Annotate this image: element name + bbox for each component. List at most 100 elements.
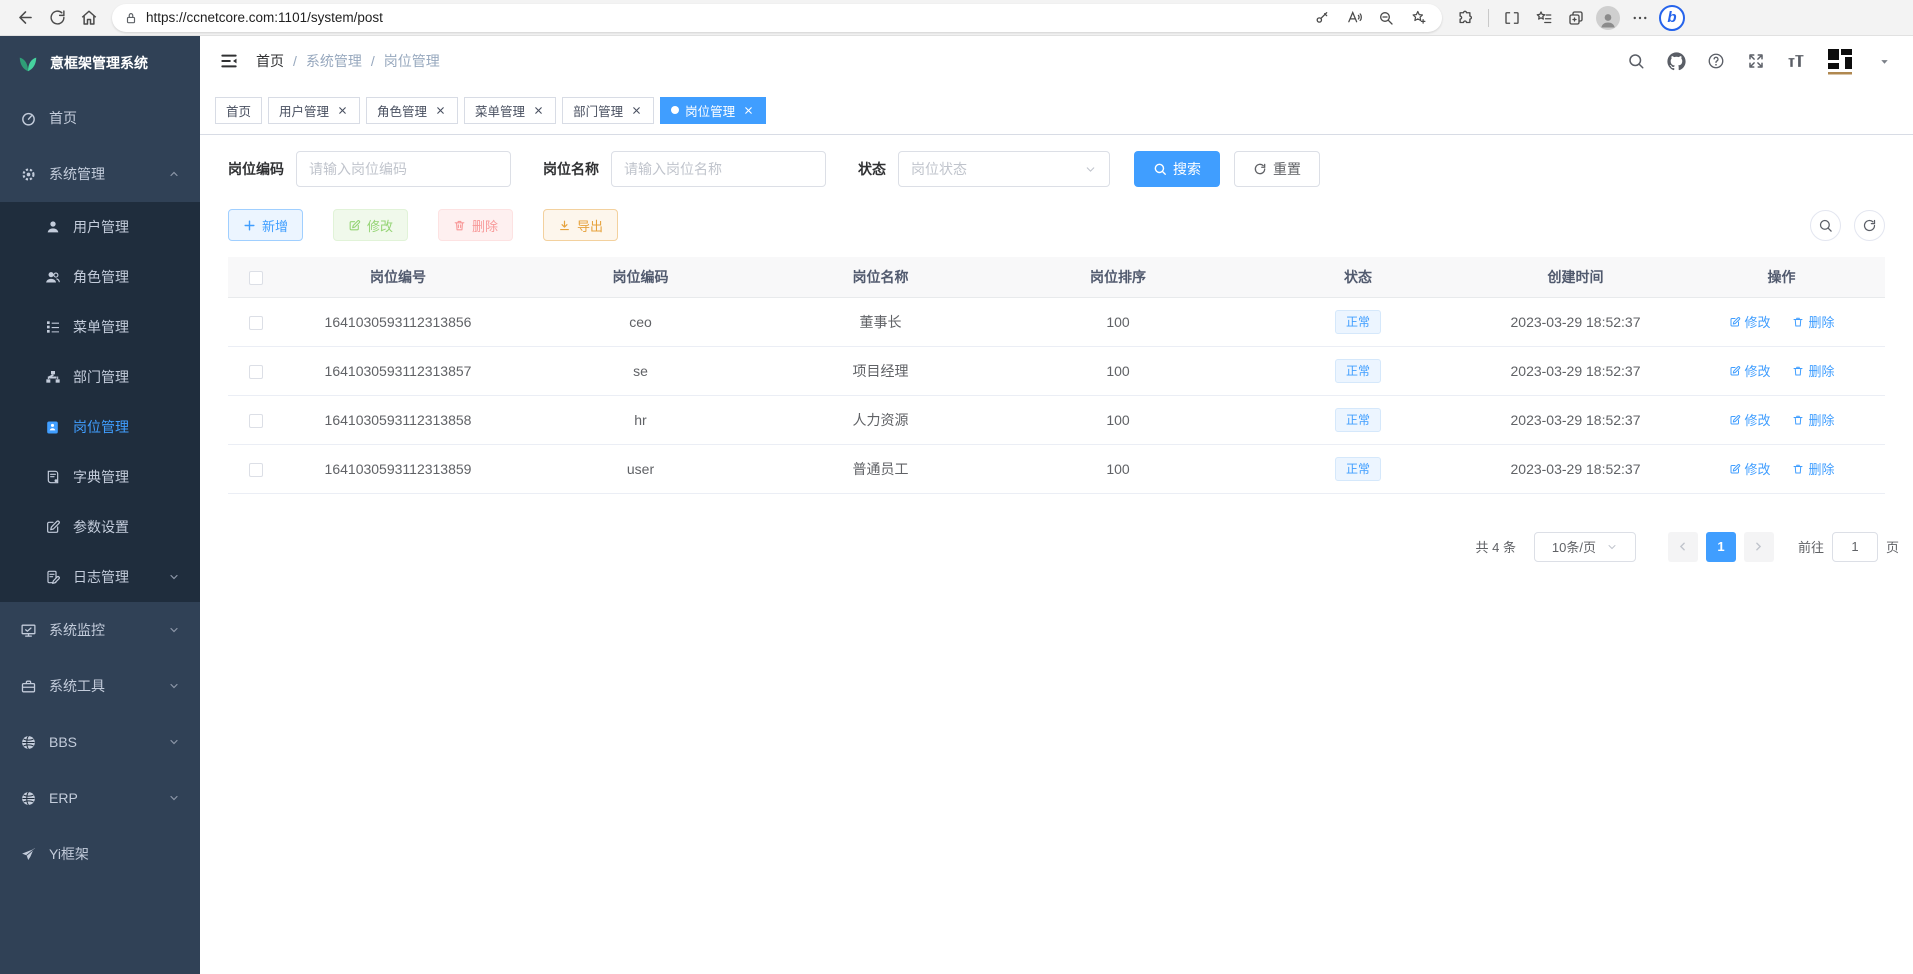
page-size-select[interactable]: 10条/页 (1534, 532, 1636, 562)
sidebar-item-dict-mgmt[interactable]: 字典管理 (0, 452, 200, 502)
edit-button-label: 修改 (367, 216, 393, 235)
refresh-icon (49, 9, 66, 26)
row-edit-link[interactable]: 修改 (1729, 312, 1771, 331)
sidebar-item-bbs[interactable]: BBS (0, 714, 200, 770)
goto-unit: 页 (1886, 537, 1899, 556)
sidebar-item-log-mgmt[interactable]: 日志管理 (0, 552, 200, 602)
row-checkbox[interactable] (249, 365, 263, 379)
sidebar-item-role-mgmt[interactable]: 角色管理 (0, 252, 200, 302)
close-icon[interactable] (531, 103, 545, 117)
github-button[interactable] (1665, 50, 1687, 72)
sidebar-item-system[interactable]: 系统管理 (0, 146, 200, 202)
page-content: 岗位编码 岗位名称 状态 岗位状态 (200, 135, 1913, 974)
sidebar-item-post-mgmt[interactable]: 岗位管理 (0, 402, 200, 452)
extensions-icon (1456, 9, 1474, 27)
close-icon[interactable] (741, 103, 755, 117)
row-edit-link[interactable]: 修改 (1729, 410, 1771, 429)
sidebar-item-home[interactable]: 首页 (0, 90, 200, 146)
sidebar-item-dept-mgmt[interactable]: 部门管理 (0, 352, 200, 402)
refresh-table-button[interactable] (1854, 210, 1885, 241)
col-post-sort: 岗位排序 (993, 257, 1243, 297)
row-checkbox[interactable] (249, 316, 263, 330)
search-button[interactable]: 搜索 (1134, 151, 1220, 187)
prev-page-button[interactable] (1668, 532, 1698, 562)
back-button[interactable] (10, 3, 40, 33)
close-icon[interactable] (433, 103, 447, 117)
zoom-button[interactable] (1374, 6, 1398, 30)
close-icon[interactable] (335, 103, 349, 117)
tab-post-mgmt[interactable]: 岗位管理 (660, 97, 766, 124)
read-aloud-button[interactable] (1342, 6, 1366, 30)
breadcrumb-system[interactable]: 系统管理 (306, 51, 362, 71)
copilot-button[interactable]: b (1657, 3, 1687, 33)
collections-button[interactable] (1529, 3, 1559, 33)
next-page-button[interactable] (1744, 532, 1774, 562)
profile-button[interactable] (1593, 3, 1623, 33)
edit-icon (1729, 414, 1741, 426)
close-icon[interactable] (629, 103, 643, 117)
split-screen-button[interactable] (1497, 3, 1527, 33)
row-delete-link[interactable]: 删除 (1792, 312, 1834, 331)
sidebar-item-tools[interactable]: 系统工具 (0, 658, 200, 714)
current-page-button[interactable]: 1 (1706, 532, 1736, 562)
header-search-button[interactable] (1625, 50, 1647, 72)
edit-button[interactable]: 修改 (333, 209, 408, 241)
delete-button[interactable]: 删除 (438, 209, 513, 241)
delete-link-label: 删除 (1808, 459, 1834, 478)
add-button[interactable]: 新增 (228, 209, 303, 241)
fullscreen-button[interactable] (1745, 50, 1767, 72)
row-delete-link[interactable]: 删除 (1792, 459, 1834, 478)
tab-home[interactable]: 首页 (215, 97, 262, 124)
refresh-button[interactable] (42, 3, 72, 33)
row-checkbox[interactable] (249, 414, 263, 428)
sidebar-item-label: 部门管理 (73, 367, 129, 387)
reset-button[interactable]: 重置 (1234, 151, 1320, 187)
home-button[interactable] (74, 3, 104, 33)
select-all-checkbox[interactable] (249, 271, 263, 285)
tab-user-mgmt[interactable]: 用户管理 (268, 97, 360, 124)
font-size-button[interactable] (1785, 50, 1807, 72)
sidebar-item-erp[interactable]: ERP (0, 770, 200, 826)
table-row: 1641030593112313859 user 普通员工 100 正常 202… (228, 444, 1885, 493)
more-button[interactable] (1625, 3, 1655, 33)
sidebar-item-user-mgmt[interactable]: 用户管理 (0, 202, 200, 252)
password-button[interactable] (1310, 6, 1334, 30)
tab-dept-mgmt[interactable]: 部门管理 (562, 97, 654, 124)
toolbox-icon (20, 678, 37, 695)
breadcrumb-current: 岗位管理 (384, 51, 440, 71)
cell-post-id: 1641030593112313857 (283, 346, 513, 395)
collapse-sidebar-button[interactable] (218, 50, 240, 72)
globe-icon (20, 734, 37, 751)
row-delete-link[interactable]: 删除 (1792, 361, 1834, 380)
row-edit-link[interactable]: 修改 (1729, 361, 1771, 380)
status-select[interactable]: 岗位状态 (898, 151, 1110, 187)
url-bar[interactable]: https://ccnetcore.com:1101/system/post (112, 4, 1442, 32)
row-edit-link[interactable]: 修改 (1729, 459, 1771, 478)
tab-menu-mgmt[interactable]: 菜单管理 (464, 97, 556, 124)
export-button[interactable]: 导出 (543, 209, 618, 241)
chevron-left-icon (1676, 540, 1689, 553)
sidebar-item-monitor[interactable]: 系统监控 (0, 602, 200, 658)
sidebar-item-param-settings[interactable]: 参数设置 (0, 502, 200, 552)
post-name-input[interactable] (611, 151, 826, 187)
favorite-add-button[interactable] (1406, 6, 1430, 30)
extensions-button[interactable] (1450, 3, 1480, 33)
table-row: 1641030593112313858 hr 人力资源 100 正常 2023-… (228, 395, 1885, 444)
sidebar-item-menu-mgmt[interactable]: 菜单管理 (0, 302, 200, 352)
post-code-input[interactable] (296, 151, 511, 187)
goto-page-input[interactable] (1832, 532, 1878, 562)
cell-post-name: 人力资源 (768, 395, 993, 444)
row-checkbox[interactable] (249, 463, 263, 477)
row-delete-link[interactable]: 删除 (1792, 410, 1834, 429)
page-size-value: 10条/页 (1552, 537, 1596, 556)
help-button[interactable] (1705, 50, 1727, 72)
sidebar-item-yi-framework[interactable]: Yi框架 (0, 826, 200, 882)
user-menu-caret[interactable] (1873, 50, 1895, 72)
user-avatar[interactable] (1825, 46, 1855, 76)
pagination: 共 4 条 10条/页 1 前往 (228, 532, 1899, 562)
filter-form: 岗位编码 岗位名称 状态 岗位状态 (228, 151, 1885, 187)
show-search-button[interactable] (1810, 210, 1841, 241)
breadcrumb-home[interactable]: 首页 (256, 51, 284, 71)
tab-role-mgmt[interactable]: 角色管理 (366, 97, 458, 124)
tab-group-button[interactable] (1561, 3, 1591, 33)
